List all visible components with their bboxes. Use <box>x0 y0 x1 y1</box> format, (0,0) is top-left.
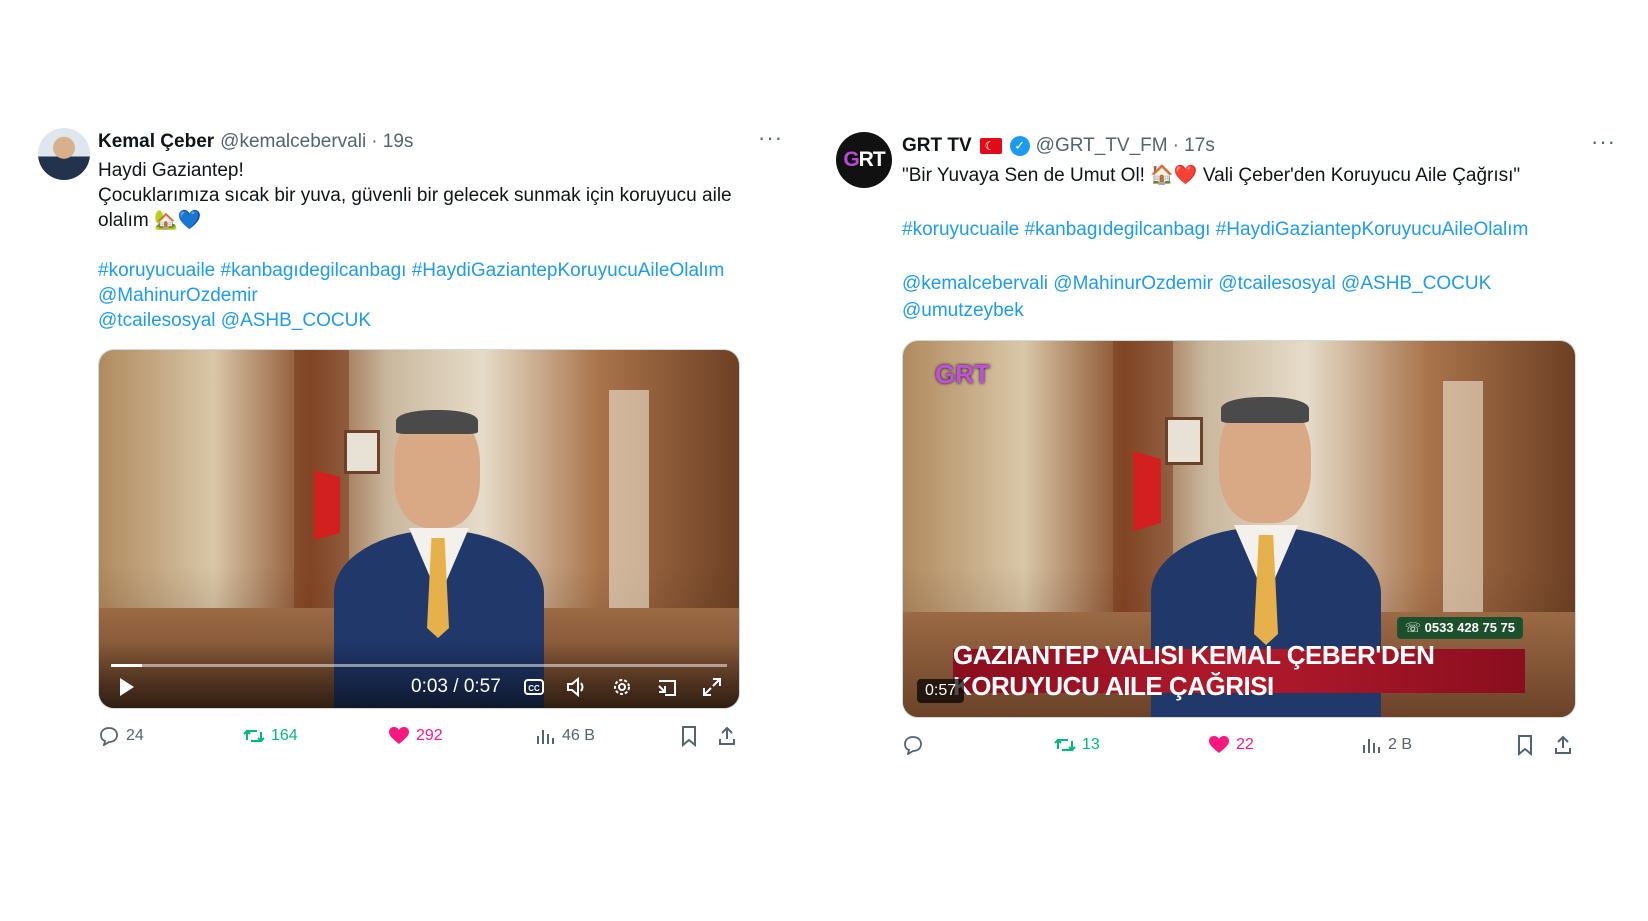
tweet-time[interactable]: · 17s <box>1173 135 1215 157</box>
mention-links[interactable]: @kemalcebervali @MahinurOzdemir @tcailes… <box>902 270 1616 297</box>
settings-icon[interactable] <box>611 676 633 704</box>
tweet-header: GRT TV ✓ @GRT_TV_FM · 17s <box>902 132 1616 160</box>
reply-button[interactable]: 24 <box>98 725 144 747</box>
retweet-icon <box>243 725 265 747</box>
views-button[interactable]: 2 B <box>1360 734 1412 756</box>
views-icon <box>534 725 556 747</box>
share-icon <box>716 725 738 747</box>
video-player[interactable]: 0:03 / 0:57 CC <box>98 349 740 709</box>
captions-icon[interactable]: CC <box>523 676 545 704</box>
more-options-icon[interactable]: ··· <box>1591 131 1616 153</box>
video-duration: 0:57 <box>917 679 965 703</box>
views-count: 2 B <box>1388 736 1413 753</box>
share-button[interactable] <box>716 725 738 747</box>
hashtags[interactable]: #koruyucuaile #kanbagıdegilcanbagı #Hayd… <box>902 216 1616 243</box>
share-icon <box>1552 734 1574 756</box>
retweet-button[interactable]: 13 <box>1054 734 1100 756</box>
views-count: 46 B <box>562 727 595 744</box>
news-banner: GAZIANTEP VALISI KEMAL ÇEBER'DEN KORUYUC… <box>953 640 1525 701</box>
like-count: 292 <box>416 727 443 744</box>
tweet-text: "Bir Yuvaya Sen de Umut Ol! 🏠❤️ Vali Çeb… <box>902 162 1616 324</box>
reply-count: 24 <box>126 727 144 744</box>
author-name[interactable]: Kemal Çeber <box>98 131 214 153</box>
tweet-line: Çocuklarımıza sıcak bir yuva, güvenli bi… <box>98 185 732 231</box>
grt-logo: GRT <box>843 148 885 171</box>
views-icon <box>1360 734 1382 756</box>
tweet-actions: 13 22 2 B <box>902 734 1616 764</box>
phone-badge: ☏ 0533 428 75 75 <box>1396 617 1523 639</box>
retweet-button[interactable]: 164 <box>243 725 298 747</box>
mention-links[interactable]: @tcailesosyal @ASHB_COCUK <box>98 308 783 333</box>
author-handle[interactable]: @kemalcebervali <box>220 131 366 153</box>
retweet-count: 164 <box>271 727 298 744</box>
tweet-actions: 24 164 292 46 B <box>98 725 783 755</box>
flag-icon <box>979 138 1002 154</box>
reply-icon <box>902 734 924 756</box>
like-count: 22 <box>1236 736 1254 753</box>
tweet-header: Kemal Çeber @kemalcebervali · 19s <box>98 128 783 156</box>
video-progress-fill <box>111 664 142 667</box>
avatar[interactable] <box>38 128 90 180</box>
pip-icon[interactable] <box>656 676 678 704</box>
like-button[interactable]: 292 <box>388 725 443 747</box>
views-button[interactable]: 46 B <box>534 725 595 747</box>
tweet-time[interactable]: · 19s <box>371 131 413 153</box>
volume-icon[interactable] <box>565 676 589 704</box>
hashtags[interactable]: #koruyucuaile #kanbagıdegilcanbagı #Hayd… <box>98 258 783 283</box>
mention-links[interactable]: @umutzeybek <box>902 297 1616 324</box>
verified-icon[interactable]: ✓ <box>1009 136 1030 156</box>
avatar[interactable]: GRT <box>836 132 892 188</box>
video-controls: 0:03 / 0:57 CC <box>99 642 739 708</box>
play-icon[interactable] <box>117 676 137 704</box>
heart-icon <box>388 725 410 747</box>
author-name[interactable]: GRT TV <box>902 135 972 157</box>
reply-icon <box>98 725 120 747</box>
tweet-headline: "Bir Yuvaya Sen de Umut Ol! 🏠❤️ Vali Çeb… <box>902 165 1521 186</box>
video-time: 0:03 / 0:57 <box>411 676 501 697</box>
bookmark-icon <box>678 725 700 747</box>
retweet-icon <box>1054 734 1076 756</box>
bookmark-icon <box>1514 734 1536 756</box>
tweet-text: Haydi Gaziantep! Çocuklarımıza sıcak bir… <box>98 158 783 333</box>
bookmark-button[interactable] <box>678 725 700 747</box>
video-player[interactable]: GRT ☏ 0533 428 75 75 GAZIANTEP VALISI KE… <box>902 340 1576 718</box>
video-progress-bar[interactable] <box>111 664 727 667</box>
grt-watermark: GRT <box>935 359 990 389</box>
svg-text:CC: CC <box>528 684 540 693</box>
author-handle[interactable]: @GRT_TV_FM <box>1036 135 1168 157</box>
reply-button[interactable] <box>902 734 924 756</box>
like-button[interactable]: 22 <box>1208 734 1254 756</box>
retweet-count: 13 <box>1082 736 1100 753</box>
heart-icon <box>1208 734 1230 756</box>
more-options-icon[interactable]: ··· <box>758 127 783 149</box>
tweet-line: Haydi Gaziantep! <box>98 160 244 181</box>
share-button[interactable] <box>1552 734 1574 756</box>
fullscreen-icon[interactable] <box>701 676 723 704</box>
mention-links[interactable]: @MahinurOzdemir <box>98 283 783 308</box>
bookmark-button[interactable] <box>1514 734 1536 756</box>
